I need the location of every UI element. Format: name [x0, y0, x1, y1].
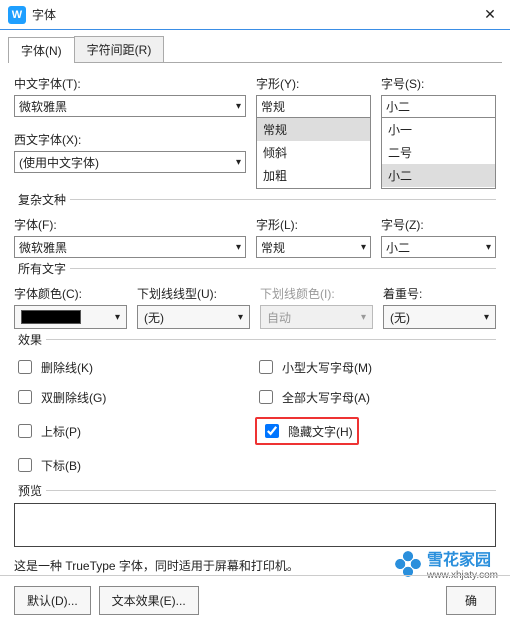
checkbox[interactable] — [259, 390, 273, 404]
check-label: 隐藏文字(H) — [288, 423, 353, 440]
legend-allchars: 所有文字 — [14, 260, 70, 277]
check-sup[interactable]: 上标(P) — [14, 417, 255, 445]
tab-pane: 中文字体(T): 微软雅黑 ▾ 西文字体(X): (使用中文字体) ▾ 字形(Y… — [0, 63, 510, 582]
check-dstrike[interactable]: 双删除线(G) — [14, 387, 255, 407]
underline-value: (无) — [144, 309, 164, 326]
cn-font-value: 微软雅黑 — [19, 98, 67, 115]
text-effect-button[interactable]: 文本效果(E)... — [99, 586, 199, 615]
en-font-select[interactable]: (使用中文字体) ▾ — [14, 151, 246, 173]
size1-input[interactable]: 小二 — [381, 95, 496, 117]
chevron-down-icon: ▾ — [238, 312, 243, 323]
underline-color-value: 自动 — [267, 309, 291, 326]
tab-font[interactable]: 字体(N) — [8, 37, 75, 63]
preview-box — [14, 503, 496, 547]
check-label: 全部大写字母(A) — [282, 389, 370, 406]
underline-color-button: 自动 ▾ — [260, 305, 373, 329]
check-label: 下标(B) — [41, 457, 81, 474]
chevron-down-icon: ▾ — [236, 101, 241, 112]
legend-complex: 复杂文种 — [14, 191, 70, 208]
chevron-down-icon: ▾ — [486, 242, 491, 253]
check-label: 上标(P) — [41, 423, 81, 440]
legend-effects: 效果 — [14, 331, 46, 348]
label-size1: 字号(S): — [381, 75, 496, 92]
size1-list[interactable]: 小一 二号 小二 — [381, 117, 496, 189]
style2-select[interactable]: 常规 ▾ — [256, 236, 371, 258]
checkbox[interactable] — [18, 360, 32, 374]
size2-select[interactable]: 小二 ▾ — [381, 236, 496, 258]
emphasis-value: (无) — [390, 309, 410, 326]
size1-value: 小二 — [386, 98, 410, 115]
footer: 默认(D)... 文本效果(E)... 确 — [0, 575, 510, 625]
style1-input[interactable]: 常规 — [256, 95, 371, 117]
check-smallcaps[interactable]: 小型大写字母(M) — [255, 357, 496, 377]
label-style1: 字形(Y): — [256, 75, 371, 92]
tab-bar: 字体(N) 字符间距(R) — [8, 36, 502, 63]
style1-list[interactable]: 常规 倾斜 加粗 — [256, 117, 371, 189]
app-icon: W — [8, 6, 26, 24]
close-icon[interactable]: ✕ — [478, 6, 502, 23]
group-allchars: 所有文字 — [14, 260, 496, 277]
label-underline-color: 下划线颜色(I): — [260, 285, 373, 302]
checkbox[interactable] — [18, 458, 32, 472]
emphasis-button[interactable]: (无) ▾ — [383, 305, 496, 329]
underline-style-button[interactable]: (无) ▾ — [137, 305, 250, 329]
watermark-name: 雪花家园 — [427, 552, 491, 569]
color-swatch — [21, 310, 81, 324]
label-underline: 下划线线型(U): — [137, 285, 250, 302]
list-item[interactable]: 二号 — [382, 141, 495, 164]
checkbox-hidden[interactable] — [265, 424, 279, 438]
check-label: 删除线(K) — [41, 359, 93, 376]
checkbox[interactable] — [259, 360, 273, 374]
chevron-down-icon: ▾ — [361, 312, 366, 323]
list-item[interactable]: 小二 — [382, 164, 495, 187]
chevron-down-icon: ▾ — [115, 312, 120, 323]
list-item[interactable]: 加粗 — [257, 164, 370, 187]
title-bar: W 字体 ✕ — [0, 0, 510, 30]
en-font-value: (使用中文字体) — [19, 154, 99, 171]
group-complex: 复杂文种 — [14, 191, 496, 208]
size2-value: 小二 — [386, 239, 410, 256]
chevron-down-icon: ▾ — [484, 312, 489, 323]
style2-value: 常规 — [261, 239, 285, 256]
checkbox[interactable] — [18, 424, 32, 438]
check-allcaps[interactable]: 全部大写字母(A) — [255, 387, 496, 407]
list-item[interactable]: 倾斜 — [257, 141, 370, 164]
window-title: 字体 — [32, 6, 478, 23]
checkbox[interactable] — [18, 390, 32, 404]
tab-spacing[interactable]: 字符间距(R) — [74, 36, 165, 62]
chevron-down-icon: ▾ — [236, 242, 241, 253]
list-item[interactable]: 常规 — [257, 118, 370, 141]
legend-preview: 预览 — [14, 482, 46, 499]
chevron-down-icon: ▾ — [236, 157, 241, 168]
chevron-down-icon: ▾ — [361, 242, 366, 253]
check-label: 小型大写字母(M) — [282, 359, 372, 376]
font-color-button[interactable]: ▾ — [14, 305, 127, 329]
list-item[interactable]: 小一 — [382, 118, 495, 141]
style1-value: 常规 — [261, 98, 285, 115]
ok-button[interactable]: 确 — [446, 586, 496, 615]
cn-font-select[interactable]: 微软雅黑 ▾ — [14, 95, 246, 117]
label-size2: 字号(Z): — [381, 216, 496, 233]
check-label: 双删除线(G) — [41, 389, 106, 406]
label-cn-font: 中文字体(T): — [14, 75, 246, 92]
label-fontcolor: 字体颜色(C): — [14, 285, 127, 302]
font2-value: 微软雅黑 — [19, 239, 67, 256]
group-preview: 预览 — [14, 482, 496, 499]
label-emphasis: 着重号: — [383, 285, 496, 302]
font2-select[interactable]: 微软雅黑 ▾ — [14, 236, 246, 258]
default-button[interactable]: 默认(D)... — [14, 586, 91, 615]
label-style2: 字形(L): — [256, 216, 371, 233]
label-font2: 字体(F): — [14, 216, 246, 233]
check-hidden-wrap: 隐藏文字(H) — [255, 417, 496, 445]
group-effects: 效果 — [14, 331, 496, 348]
check-strike[interactable]: 删除线(K) — [14, 357, 255, 377]
label-en-font: 西文字体(X): — [14, 131, 246, 148]
check-sub[interactable]: 下标(B) — [14, 455, 255, 475]
snowflake-icon — [395, 551, 421, 577]
